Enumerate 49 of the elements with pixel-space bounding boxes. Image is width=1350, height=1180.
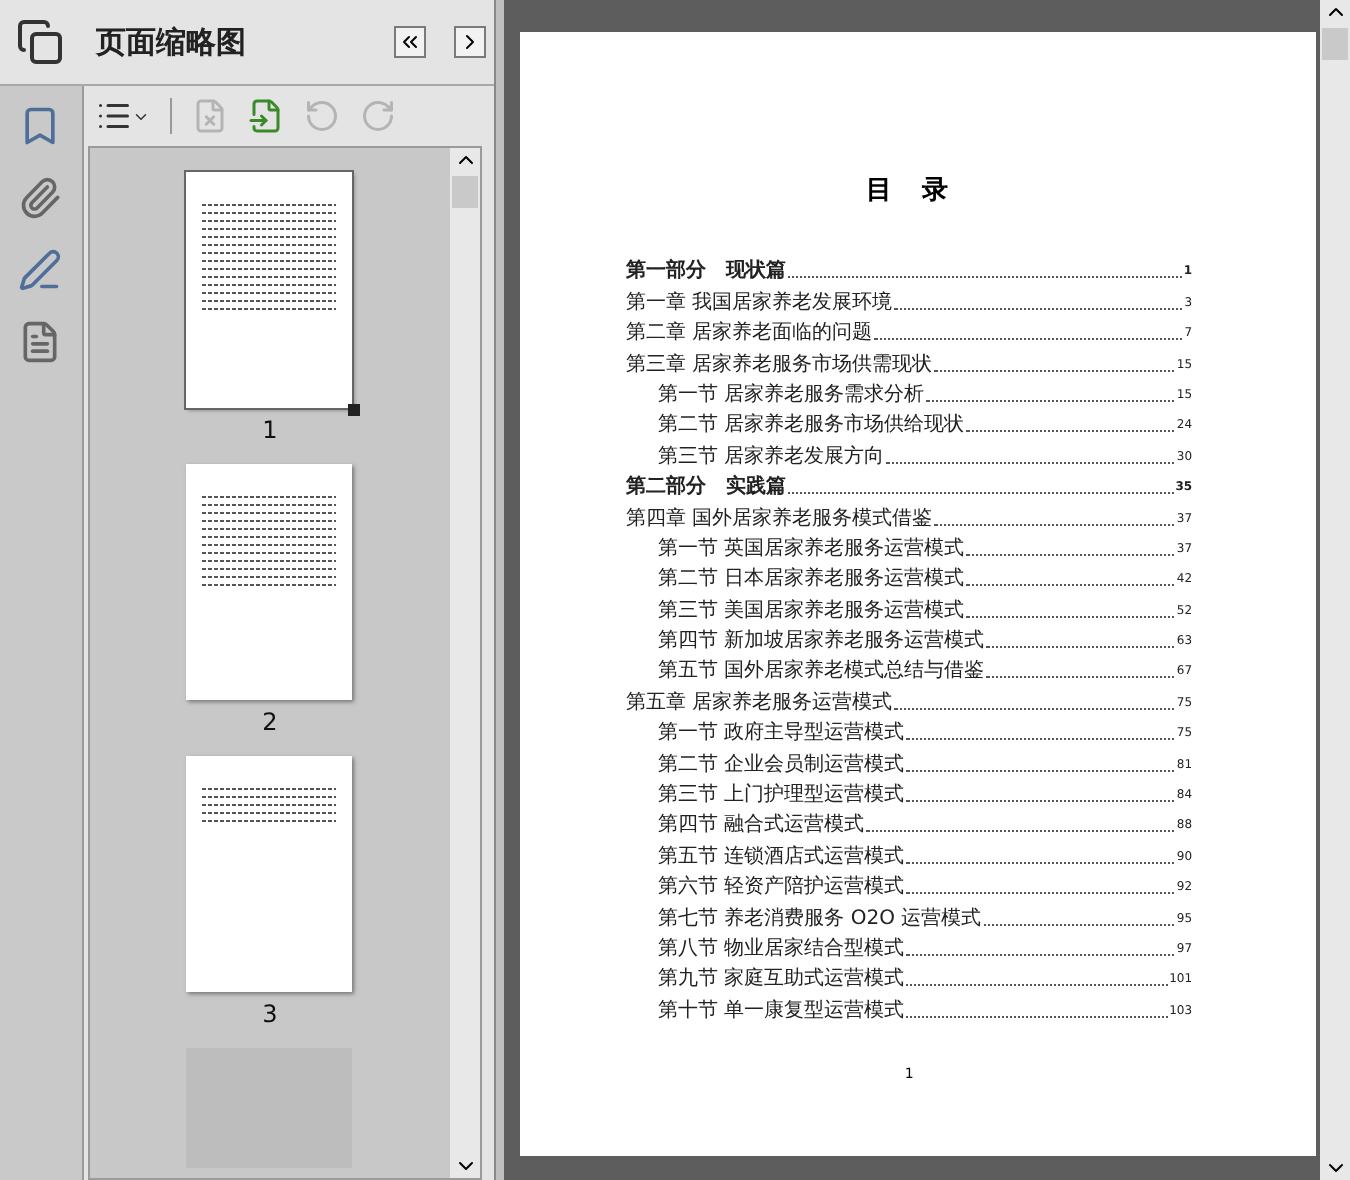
toc-entry: 第二节 企业会员制运营模式 bbox=[658, 753, 905, 776]
toc-entry: 第三节 美国居家养老服务运营模式 bbox=[658, 599, 965, 622]
toc-heading: 目 录 bbox=[864, 174, 955, 208]
options-icon bbox=[95, 98, 132, 134]
toc-entry: 第四节 新加坡居家养老服务运营模式 bbox=[658, 630, 985, 653]
options-button[interactable] bbox=[95, 98, 150, 134]
page-label: 3 bbox=[262, 1000, 278, 1028]
insert-button[interactable] bbox=[247, 98, 284, 134]
insert-icon bbox=[247, 98, 284, 134]
toc-entry: 第七节 养老消费服务 O2O 运营模式 bbox=[658, 907, 982, 930]
expand-button[interactable] bbox=[454, 26, 487, 58]
toc-entry: 第一节 政府主导型运营模式 bbox=[658, 722, 905, 745]
double-chevron-left-icon bbox=[398, 30, 423, 54]
toc-entry: 第三节 居家养老发展方向 bbox=[658, 445, 885, 468]
page-label: 2 bbox=[262, 708, 278, 736]
panel-title: 页面缩略图 bbox=[95, 23, 248, 61]
scrollbar-thumb[interactable] bbox=[1322, 28, 1349, 60]
pages-icon bbox=[15, 18, 64, 66]
page-thumbnail[interactable] bbox=[186, 464, 353, 700]
toc-entry: 第四章 国外居家养老服务模式借鉴 bbox=[626, 507, 933, 530]
page-thumbnail[interactable] bbox=[186, 756, 353, 992]
toc-entry: 第一部分 现状篇 bbox=[626, 260, 787, 283]
pen-icon[interactable] bbox=[18, 248, 63, 292]
toc-entry: 第二节 日本居家养老服务运营模式 bbox=[658, 568, 965, 591]
toc-entry: 第一章 我国居家养老发展环境 bbox=[626, 291, 893, 314]
rotate-left-icon bbox=[303, 98, 340, 134]
toc-entry: 第二章 居家养老面临的问题 bbox=[626, 322, 873, 345]
toc-entry: 第十节 单一康复型运营模式 bbox=[658, 999, 905, 1022]
rotate-right-icon bbox=[359, 98, 396, 134]
toc-entry: 第三章 居家养老服务市场供需现状 bbox=[626, 353, 933, 376]
toc-entry: 第二部分 实践篇 bbox=[626, 476, 787, 499]
toc-entry: 第二节 居家养老服务市场供给现状 bbox=[658, 414, 965, 437]
delete-icon bbox=[191, 98, 228, 134]
scrollbar[interactable] bbox=[1320, 0, 1350, 1180]
toc-entry: 第三节 上门护理型运营模式 bbox=[658, 784, 905, 807]
toc-entry: 第一节 居家养老服务需求分析 bbox=[658, 383, 925, 406]
toc-entry: 第一节 英国居家养老服务运营模式 bbox=[658, 537, 965, 560]
collapse-button[interactable] bbox=[394, 26, 427, 58]
toc-entry: 第四节 融合式运营模式 bbox=[658, 814, 865, 837]
page-label: 1 bbox=[262, 416, 278, 444]
toc-entry: 第八节 物业居家结合型模式 bbox=[658, 937, 905, 960]
toc-entry: 第五节 连锁酒店式运营模式 bbox=[658, 845, 905, 868]
toc-entry: 第九节 家庭互助式运营模式 bbox=[658, 968, 905, 991]
scrollbar[interactable] bbox=[450, 148, 481, 1178]
toc-entry: 第五节 国外居家养老模式总结与借鉴 bbox=[658, 660, 985, 683]
toc-entry: 第五章 居家养老服务运营模式 bbox=[626, 691, 893, 714]
paperclip-icon[interactable] bbox=[18, 176, 63, 220]
toc-entry: 第六节 轻资产陪护运营模式 bbox=[658, 876, 905, 899]
scrollbar-thumb[interactable] bbox=[452, 176, 479, 208]
